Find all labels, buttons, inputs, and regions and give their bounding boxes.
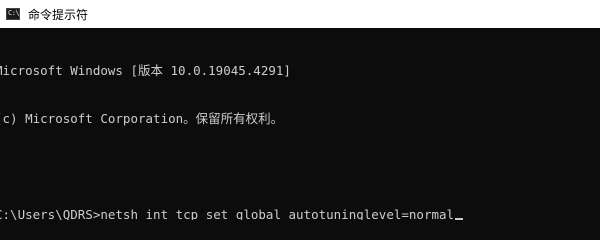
prompt-path: C:\Users\QDRS> — [0, 207, 101, 220]
cmd-icon-glyph: C:\ — [8, 9, 20, 17]
command-input[interactable]: netsh int tcp set global autotuninglevel… — [100, 207, 454, 220]
title-bar[interactable]: C:\ 命令提示符 — [0, 0, 600, 28]
cmd-console-icon[interactable]: C:\ — [6, 8, 20, 20]
text-cursor — [455, 218, 464, 220]
banner-version-line: Microsoft Windows [版本 10.0.19045.4291] — [0, 63, 291, 78]
command-line[interactable]: C:\Users\QDRS>netsh int tcp set global a… — [0, 207, 600, 220]
console-output[interactable]: Microsoft Windows [版本 10.0.19045.4291] (… — [0, 28, 600, 220]
window-title: 命令提示符 — [28, 7, 89, 22]
command-prompt-window: C:\ 命令提示符 Microsoft Windows [版本 10.0.190… — [0, 0, 600, 220]
banner-copyright-line: (c) Microsoft Corporation。保留所有权利。 — [0, 111, 284, 126]
